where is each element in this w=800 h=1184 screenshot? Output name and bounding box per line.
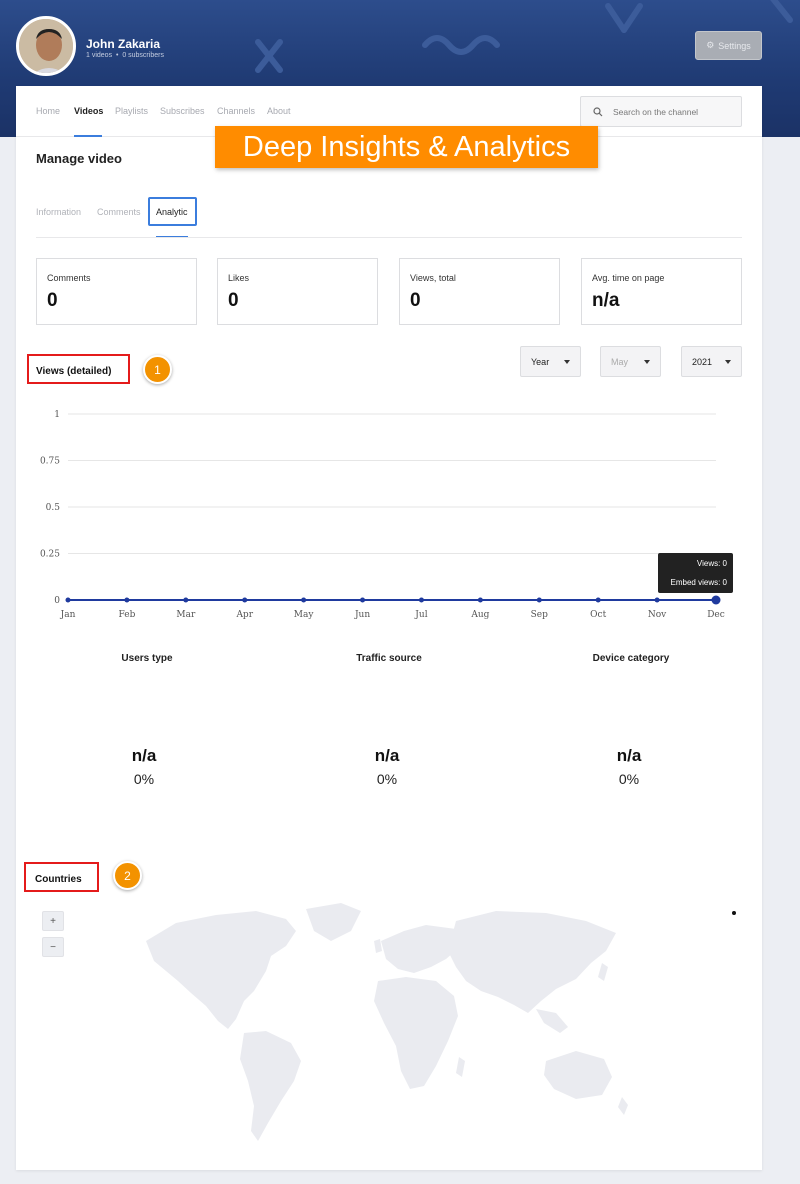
y-tick-label: 0.25 bbox=[40, 550, 60, 560]
madagascar bbox=[456, 1057, 465, 1077]
data-point bbox=[711, 595, 721, 605]
north-america bbox=[146, 911, 296, 1029]
avatar[interactable] bbox=[16, 16, 76, 76]
users-type-percent: 0% bbox=[133, 771, 155, 787]
settings-button[interactable]: ⚙ Settings bbox=[695, 31, 762, 60]
data-point bbox=[65, 597, 71, 603]
promo-banner: Deep Insights & Analytics bbox=[215, 126, 598, 168]
main-panel: Home Videos Playlists Subscribes Channel… bbox=[16, 86, 762, 1170]
subscribers-count: 0 subscribers bbox=[122, 52, 164, 59]
x-tick-label: Oct bbox=[590, 610, 606, 620]
y-tick-label: 0.75 bbox=[40, 457, 60, 467]
x-tick-label: Jul bbox=[414, 610, 427, 620]
new-zealand bbox=[618, 1097, 628, 1115]
traffic-source-title: Traffic source bbox=[356, 653, 422, 664]
device-category-title: Device category bbox=[592, 653, 670, 664]
y-tick-label: 1 bbox=[54, 410, 60, 420]
countries-section-title: Countries bbox=[35, 874, 82, 885]
tooltip-embed-views: Embed views: 0 bbox=[670, 578, 727, 587]
southeast-asia bbox=[536, 1009, 568, 1033]
asia bbox=[448, 911, 616, 1013]
channel-name: John Zakaria bbox=[86, 37, 161, 51]
gear-icon: ⚙ bbox=[706, 40, 715, 50]
x-tick-label: May bbox=[294, 610, 315, 620]
settings-label: Settings bbox=[718, 40, 751, 51]
data-point bbox=[477, 597, 483, 603]
videos-count: 1 videos bbox=[86, 52, 113, 59]
data-point bbox=[301, 597, 307, 603]
tooltip-views: Views: 0 bbox=[696, 559, 727, 568]
south-america bbox=[240, 1031, 301, 1141]
data-point bbox=[595, 597, 601, 603]
uk bbox=[374, 939, 382, 953]
x-tick-label: Feb bbox=[118, 610, 135, 620]
data-point bbox=[360, 597, 366, 603]
y-tick-label: 0 bbox=[54, 596, 60, 606]
x-tick-label: Dec bbox=[707, 610, 725, 620]
africa bbox=[374, 977, 458, 1089]
data-point bbox=[418, 597, 424, 603]
channel-meta: 1 videos • 0 subscribers bbox=[86, 52, 164, 59]
x-tick-label: Apr bbox=[235, 610, 253, 620]
x-tick-label: Aug bbox=[470, 610, 489, 620]
device-category-percent: 0% bbox=[618, 771, 640, 787]
data-point bbox=[654, 597, 660, 603]
step-badge-2: 2 bbox=[113, 861, 142, 890]
x-tick-label: Mar bbox=[176, 610, 196, 620]
greenland bbox=[306, 903, 361, 941]
x-tick-label: Jun bbox=[354, 610, 370, 620]
world-map[interactable] bbox=[136, 901, 636, 1146]
x-tick-label: Jan bbox=[60, 610, 76, 620]
views-line-chart: 0 0.25 0.5 0.75 1 Jan Feb Mar Apr May Jun Jul Aug Sep… bbox=[40, 410, 725, 620]
x-tick-label: Sep bbox=[531, 610, 548, 620]
australia bbox=[544, 1051, 612, 1099]
zoom-in-button[interactable]: + bbox=[42, 911, 64, 931]
data-point bbox=[124, 597, 130, 603]
users-type-value: n/a bbox=[131, 746, 157, 765]
chart-tooltip: Views: 0 Embed views: 0 bbox=[658, 553, 733, 593]
data-point bbox=[183, 597, 189, 603]
x-tick-label: Nov bbox=[648, 610, 667, 620]
japan bbox=[598, 963, 608, 981]
traffic-source-value: n/a bbox=[374, 746, 400, 765]
y-tick-label: 0.5 bbox=[46, 503, 61, 513]
zoom-out-button[interactable]: − bbox=[42, 937, 64, 957]
traffic-source-percent: 0% bbox=[376, 771, 398, 787]
map-marker bbox=[732, 911, 736, 915]
users-type-title: Users type bbox=[121, 653, 173, 664]
data-point bbox=[242, 597, 248, 603]
device-category-value: n/a bbox=[616, 746, 642, 765]
data-point bbox=[536, 597, 542, 603]
